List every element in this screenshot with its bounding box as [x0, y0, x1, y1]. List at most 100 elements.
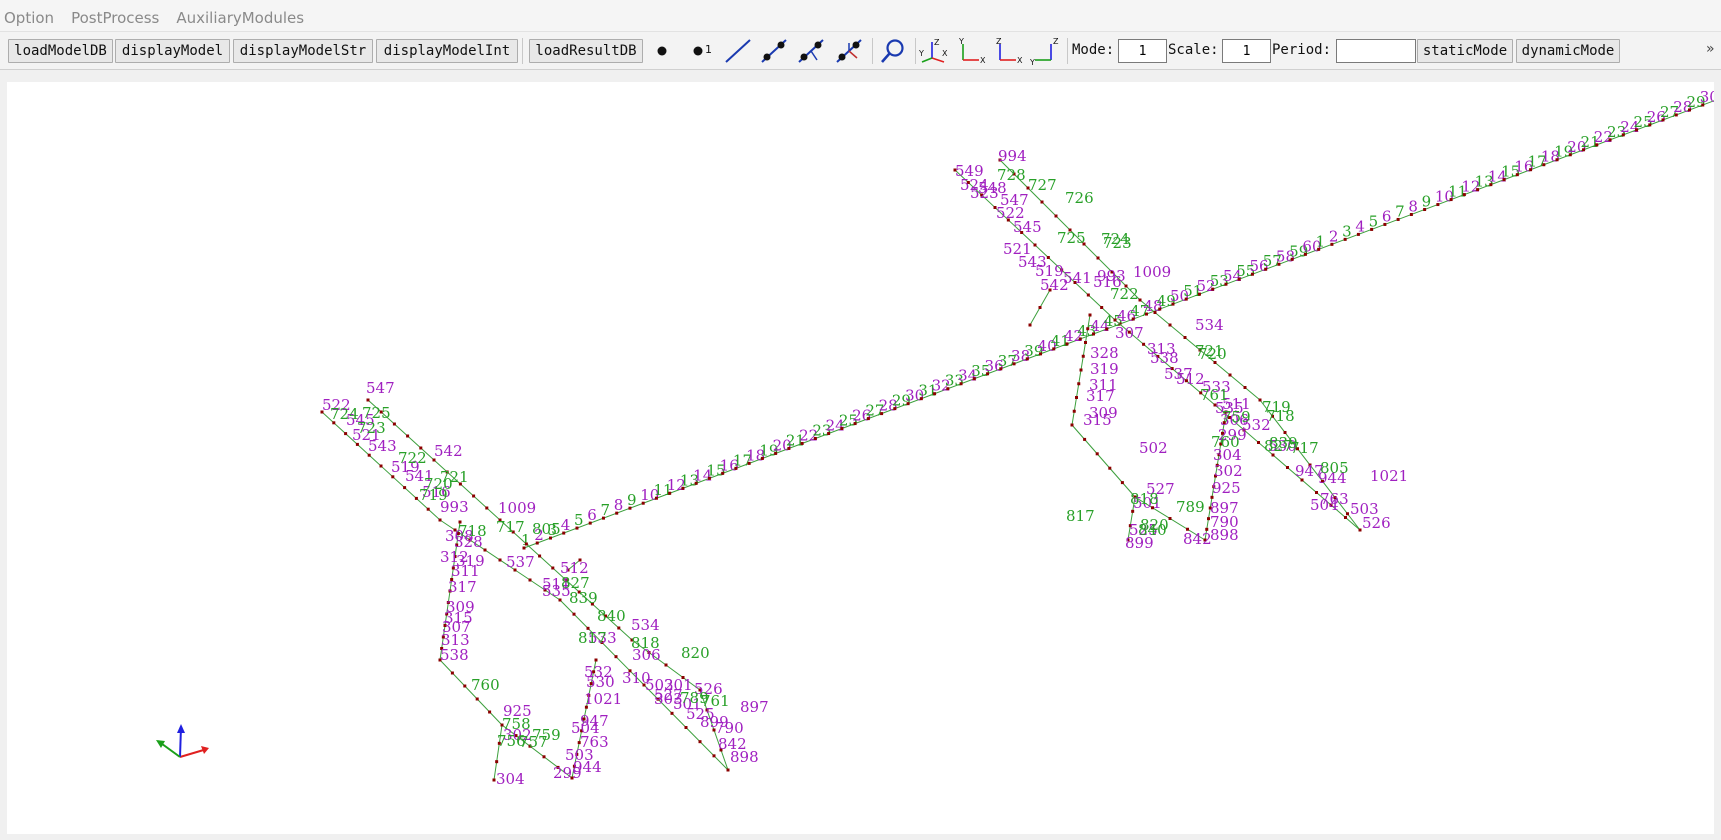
view-xy-icon[interactable]: YX — [955, 36, 987, 66]
zoom-icon[interactable] — [877, 36, 909, 66]
model-viewport[interactable]: 1 2 3 4 5 6 7 8 9 10 11 12 13 14 15 16 17 18 19 20 21 22 23 24 2… — [7, 82, 1714, 834]
node-label: 302 — [1214, 462, 1243, 480]
node-point — [1153, 311, 1157, 314]
node-point — [406, 434, 410, 438]
node-point — [1142, 342, 1146, 346]
node-point — [1083, 437, 1087, 441]
element-label: 839 — [1269, 434, 1298, 452]
node-point — [392, 422, 396, 426]
toolbar: loadModelDB displayModel displayModelStr… — [0, 32, 1721, 70]
node-point — [1081, 354, 1085, 358]
element-label: 723 — [357, 419, 386, 437]
node-label: 925 — [1212, 479, 1241, 497]
node-point — [524, 542, 528, 546]
node-label: 534 — [631, 616, 660, 634]
node-point — [475, 697, 479, 701]
element-label: 789 — [1176, 498, 1205, 516]
view-yz-icon[interactable]: ZY — [1029, 36, 1061, 66]
node-point — [1033, 243, 1037, 247]
scale-input[interactable] — [1222, 39, 1271, 63]
element-label: 9 — [1422, 193, 1432, 211]
display-model-int-button[interactable]: displayModelInt — [376, 39, 518, 63]
node-label: 304 — [496, 770, 525, 788]
node-point — [488, 710, 492, 714]
element-with-nodes-icon[interactable] — [758, 36, 790, 66]
element-label: 722 — [1110, 285, 1139, 303]
node-point — [498, 558, 502, 562]
node-point — [1088, 313, 1092, 317]
node-point — [712, 754, 716, 758]
display-model-str-button[interactable]: displayModelStr — [233, 39, 373, 63]
node-label: 6 — [1382, 207, 1392, 225]
node-point — [1120, 481, 1124, 485]
element-label: 839 — [569, 589, 598, 607]
element-label: 726 — [1065, 189, 1094, 207]
node-point — [1168, 323, 1172, 327]
element-label: 719 — [419, 486, 448, 504]
node-point — [463, 684, 467, 688]
node-point — [1183, 336, 1187, 339]
element-label: 724 — [330, 405, 359, 423]
node-point — [617, 626, 621, 630]
node-number-icon[interactable]: 1 — [686, 36, 718, 66]
element-label: 840 — [597, 607, 626, 625]
element-line-icon[interactable] — [722, 36, 754, 66]
node-label: 2 — [1329, 227, 1339, 245]
element-label: 805 — [1320, 459, 1349, 477]
node-dot-icon[interactable] — [648, 36, 680, 66]
node-point — [438, 518, 442, 522]
node-label: 8 — [614, 496, 624, 514]
node-label: 502 — [1139, 439, 1168, 457]
load-result-db-button[interactable]: loadResultDB — [529, 39, 643, 63]
element-label: 758 — [502, 715, 531, 733]
load-model-db-button[interactable]: loadModelDB — [8, 39, 113, 63]
menu-option[interactable]: Option — [0, 0, 65, 32]
node-point — [1138, 298, 1142, 302]
view-xz-icon[interactable]: ZX — [992, 36, 1024, 66]
element-label: 723 — [1103, 234, 1132, 252]
node-point — [1038, 306, 1042, 309]
display-model-button[interactable]: displayModel — [115, 39, 230, 63]
svg-text:Z: Z — [1053, 37, 1059, 46]
element-local-axes-icon[interactable] — [795, 36, 827, 66]
static-mode-button[interactable]: staticMode — [1417, 39, 1513, 63]
element-label: 818 — [631, 634, 660, 652]
dynamic-mode-button[interactable]: dynamicMode — [1516, 39, 1620, 63]
node-point — [344, 432, 348, 436]
node-point — [594, 658, 598, 662]
element-label: 3 — [1342, 222, 1352, 240]
node-label: 303 — [654, 690, 683, 708]
element-section-icon[interactable] — [833, 36, 865, 66]
period-input[interactable] — [1336, 39, 1416, 63]
model-canvas[interactable]: 1 2 3 4 5 6 7 8 9 1011121314151617181920212223242… — [7, 82, 1714, 834]
svg-text:X: X — [1017, 56, 1023, 65]
node-point — [542, 755, 546, 759]
menu-auxiliarymodules[interactable]: AuxiliaryModules — [170, 0, 315, 32]
element-label: 756 — [497, 732, 526, 750]
mode-input[interactable] — [1118, 39, 1167, 63]
menu-postprocess[interactable]: PostProcess — [65, 0, 170, 32]
node-point — [698, 740, 702, 744]
element-label: 718 — [458, 522, 487, 540]
node-point — [1075, 396, 1078, 399]
node-point — [1100, 306, 1104, 309]
element-label: 760 — [471, 676, 500, 694]
svg-text:X: X — [942, 49, 948, 58]
node-point — [1072, 409, 1076, 413]
node-label: 299 — [553, 764, 582, 782]
node-point — [495, 760, 499, 764]
node-point — [664, 663, 668, 667]
view-3d-icon[interactable]: ZX Y — [918, 36, 950, 66]
element-label: 761 — [1200, 386, 1229, 404]
element-label: 817 — [578, 629, 607, 647]
node-label: 503 — [565, 746, 594, 764]
period-label: Period: — [1272, 42, 1332, 58]
node-label: 504 — [571, 719, 600, 737]
element-label: 817 — [1066, 507, 1095, 525]
node-point — [1095, 452, 1099, 456]
svg-text:Y: Y — [958, 37, 964, 46]
element-label: 7 — [1395, 202, 1405, 220]
node-point — [1286, 466, 1289, 469]
node-point — [1079, 368, 1083, 372]
toolbar-overflow-icon[interactable]: » — [1706, 41, 1715, 57]
